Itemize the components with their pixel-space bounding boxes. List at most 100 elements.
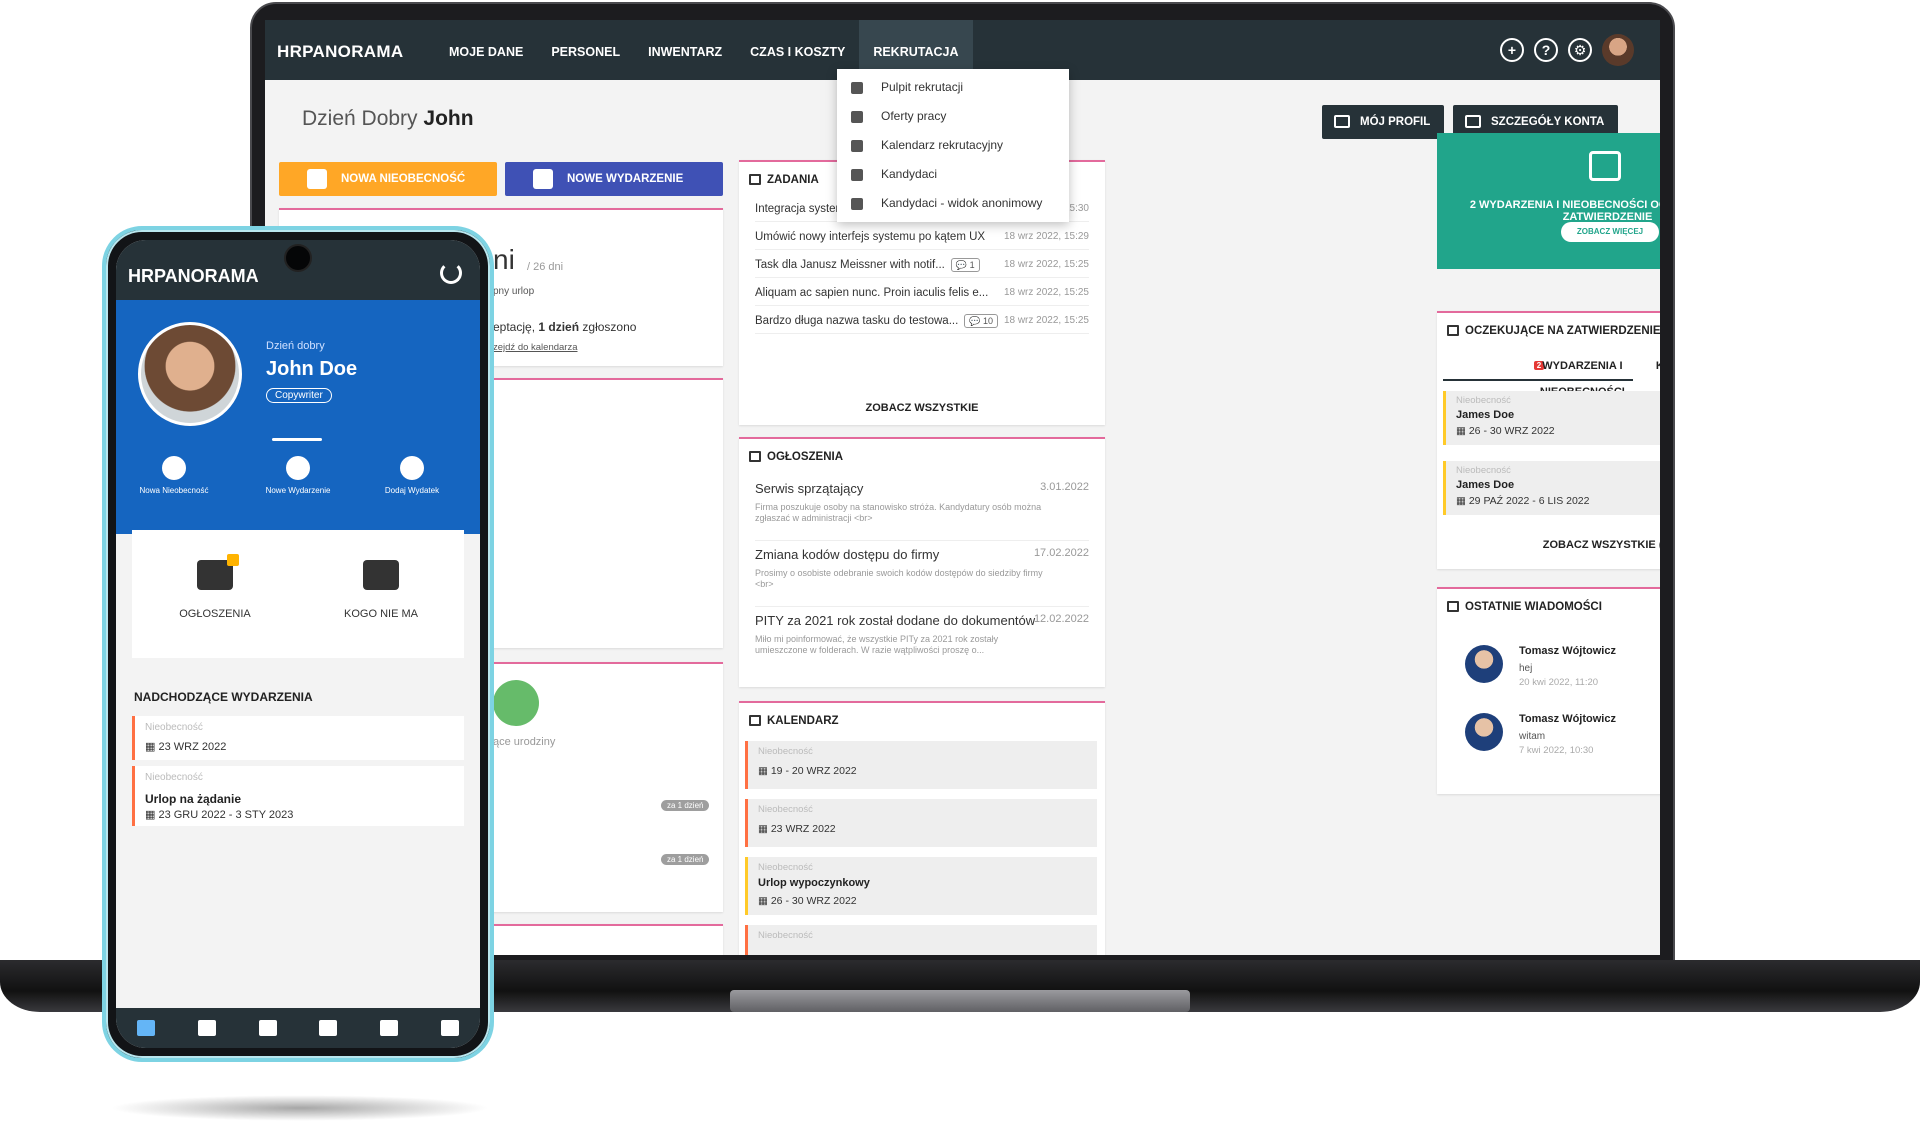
task-row[interactable]: Umówić nowy interfejs systemu po kątem U… [755,224,1089,250]
announcement-item[interactable]: Serwis sprzątający 3.01.2022 Firma poszuku… [755,477,1089,541]
task-row[interactable]: Aliquam ac sapien nunc. Proin iaculis fe… [755,280,1089,306]
quick-new-event[interactable]: Nowe Wydarzenie [248,456,348,495]
approval-see-all[interactable]: ZOBACZ WSZYSTKIE (2) [1437,539,1660,551]
tasks-see-all[interactable]: ZOBACZ WSZYSTKIE [739,402,1105,414]
gear-icon[interactable]: ⚙ [1568,38,1592,62]
phone-brand-logo: HRPANORAMA [128,266,259,286]
announcement-item[interactable]: PITY za 2021 rok został dodane do dokume… [755,609,1089,673]
file-icon [851,169,863,181]
pending-item[interactable]: NieobecnośćUrlop macierzyńskiJames Doe▦ … [1443,391,1660,445]
brand-logo: HRPANORAMA [277,42,404,61]
upcoming-event[interactable]: Nieobecność Urlop na żądanie ▦ 23 GRU 2022… [132,766,464,826]
avatar [1465,645,1503,683]
comment-count: 💬 10 [964,314,999,328]
pending-item[interactable]: NieobecnośćUrlop wypoczynkowyJames Doe▦ … [1443,461,1660,515]
announcements-card: OGŁOSZENIA Serwis sprzątający 3.01.2022 Fi… [739,437,1105,687]
phone-greeting: Dzień dobry [266,340,325,352]
new-absence-button[interactable]: NOWA NIEOBECNOŚĆ [279,162,497,196]
calendar-event[interactable]: Nieobecność ▦ 19 - 20 WRZ 2022 [745,741,1097,789]
user-icon[interactable] [440,1020,459,1036]
birthday-cake-icon [493,680,539,726]
approval-title: OCZEKUJĄCE NA ZATWIERDZENIE [1447,325,1660,337]
nav-personel[interactable]: PERSONEL [537,20,634,80]
announcement-item[interactable]: Zmiana kodów dostępu do firmy 17.02.2022 P… [755,543,1089,607]
building-icon [851,111,863,123]
documents-icon[interactable] [197,1020,216,1036]
approval-card: OCZEKUJĄCE NA ZATWIERDZENIE WYDARZENIA I… [1437,311,1660,569]
calendar-card: KALENDARZ Nieobecność ▦ 19 - 20 WRZ 2022 … [739,701,1105,955]
hourglass-icon [1447,325,1459,336]
leave-days-total: / 26 dni [527,261,564,273]
nav-moje-dane[interactable]: MOJE DANE [435,20,537,80]
tasks-title: ZADANIA [749,174,819,186]
calendar-event[interactable]: Nieobecność [745,925,1097,955]
help-icon[interactable]: ? [1534,38,1558,62]
phone-frame: HRPANORAMA Dzień dobry John Doe Copywrit… [102,226,494,1062]
dropdown-item-kandydaci-anonim[interactable]: Kandydaci - widok anonimowy [837,189,1069,218]
leave-acceptance: eptację, 1 dzień zgłoszono [493,320,637,334]
calendar-plus-icon [286,456,310,480]
my-profile-button[interactable]: MÓJ PROFIL [1322,105,1445,139]
approval-tabs: WYDARZENIA I NIEOBECNOŚCI2 KARTY CZASU P… [1443,353,1660,398]
phone-screen: HRPANORAMA Dzień dobry John Doe Copywrit… [116,240,480,1048]
nav-inwentarz[interactable]: INWENTARZ [634,20,736,80]
quick-new-absence[interactable]: Nowa Nieobecność [124,456,224,495]
rekrutacja-dropdown: Pulpit rekrutacji Oferty pracy Kalendarz… [837,69,1069,222]
phone-user-name: John Doe [266,358,358,380]
avatar[interactable] [1602,34,1634,66]
avatar [1465,713,1503,751]
plus-circle-icon[interactable]: + [1500,38,1524,62]
bullhorn-icon [749,451,761,462]
dropdown-item-oferty[interactable]: Oferty pracy [837,102,1069,131]
birthday-pill: za 1 dzień [661,800,710,811]
umbrella-beach-icon [307,169,327,189]
file-icon[interactable] [379,1020,398,1036]
id-card-icon [1334,115,1350,128]
comments-icon [1447,601,1459,612]
tab-timesheets[interactable]: KARTY CZASU PRACY [1639,353,1660,381]
umbrella-beach-icon [162,456,186,480]
role-badge: Copywriter [266,388,332,403]
car-icon[interactable] [319,1020,338,1036]
leave-days-number: ni [493,244,515,275]
dropdown-item-kalendarz[interactable]: Kalendarz rekrutacyjny [837,131,1069,160]
calendar-icon [851,140,863,152]
quick-add-expense[interactable]: Dodaj Wydatek [362,456,462,495]
message-item[interactable]: Tomasz Wójtowicz hej 20 kwi 2022, 11:20 [1465,641,1660,695]
calendar-event[interactable]: Nieobecność ▦ 23 WRZ 2022 [745,799,1097,847]
power-icon[interactable] [440,262,462,284]
plus-circle-icon [400,456,424,480]
phone-bottom-nav [116,1008,480,1048]
tile-badge [227,554,239,566]
tile-announcements[interactable]: OGŁOSZENIA [132,530,298,658]
calendar-icon [749,715,761,726]
dropdown-item-kandydaci[interactable]: Kandydaci [837,160,1069,189]
task-row[interactable]: Bardzo długa nazwa tasku do testowa... 💬 … [755,308,1089,334]
phone-shadow [110,1095,490,1121]
calendar-title: KALENDARZ [749,715,839,727]
tile-who-is-out[interactable]: KOGO NIE MA [298,530,464,658]
upcoming-event[interactable]: Nieobecność ▦ 23 WRZ 2022 [132,716,464,760]
task-row[interactable]: Task dla Janusz Meissner with notif... 💬 … [755,252,1089,278]
dashboard-icon [851,82,863,94]
announcements-title: OGŁOSZENIA [749,451,843,463]
see-more-button[interactable]: ZOBACZ WIĘCEJ [1561,222,1659,242]
message-item[interactable]: Tomasz Wójtowicz witam 7 kwi 2022, 10:30 [1465,709,1660,763]
birthday-pill: za 1 dzień [661,854,710,865]
comment-count: 💬 1 [950,258,980,272]
user-secret-icon [851,198,863,210]
calendar-event[interactable]: Nieobecność Urlop wypoczynkowy ▦ 26 - 30 W… [745,857,1097,915]
calendar-icon[interactable] [258,1020,277,1036]
home-icon[interactable] [137,1020,156,1036]
calendar-link[interactable]: zejdź do kalendarza [493,342,578,353]
list-icon [749,174,761,185]
cogs-icon [1465,115,1481,128]
navbar-icons: + ? ⚙ [1500,34,1634,66]
new-event-button[interactable]: NOWE WYDARZENIE [505,162,723,196]
phone-camera [284,244,312,272]
tab-events[interactable]: WYDARZENIA I NIEOBECNOŚCI2 [1443,353,1633,398]
laptop-hinge [730,990,1190,1012]
upcoming-events-title: NADCHODZĄCE WYDARZENIA [134,690,313,704]
dropdown-item-pulpit[interactable]: Pulpit rekrutacji [837,73,1069,102]
calendar-icon [1589,151,1621,181]
